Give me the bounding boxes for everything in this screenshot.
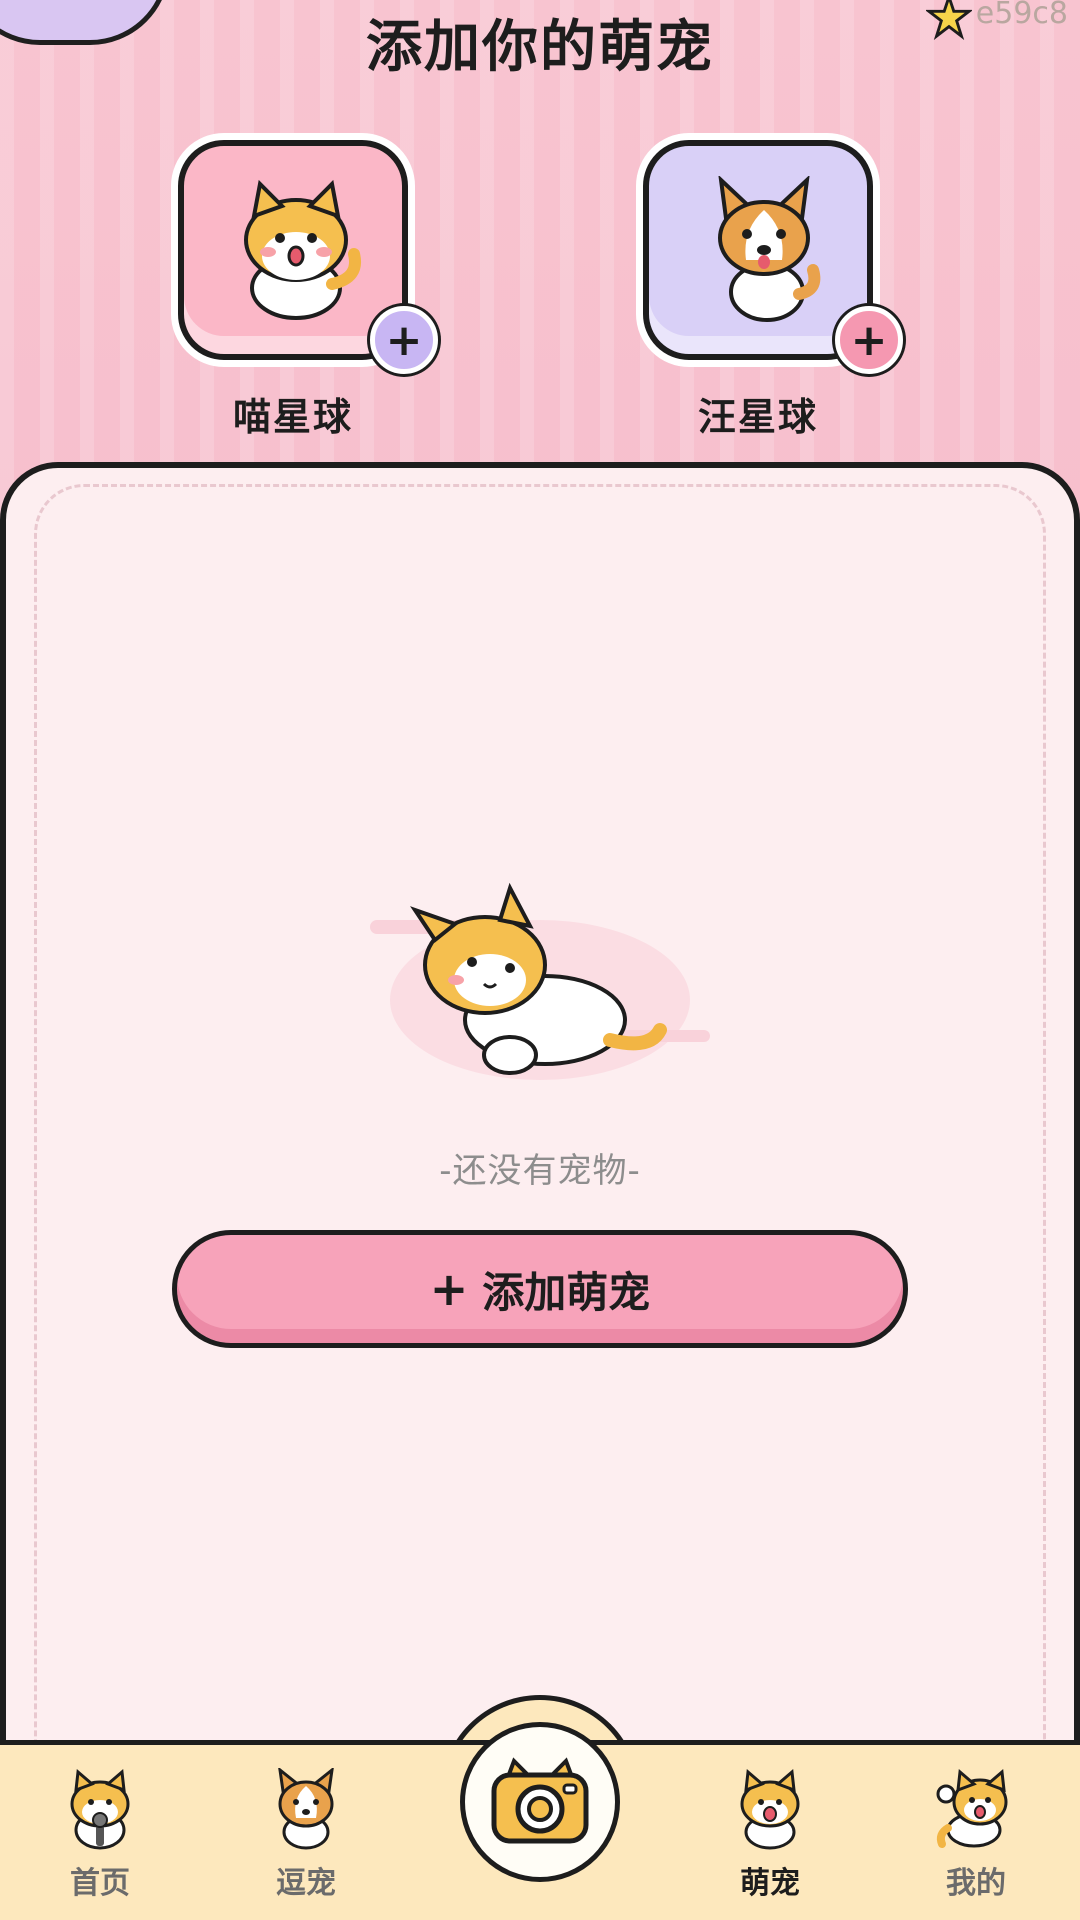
add-dog-button[interactable]: +	[835, 306, 903, 374]
planet-cat-frame[interactable]: +	[178, 140, 438, 374]
tab-mine[interactable]: 我的	[906, 1768, 1046, 1902]
tab-tease[interactable]: 逗宠	[236, 1768, 376, 1902]
cat-icon	[244, 179, 361, 320]
add-pet-button-label: 添加萌宠	[482, 1267, 651, 1317]
planet-cat-card[interactable]: + 喵星球	[178, 140, 438, 441]
camera-button[interactable]	[460, 1722, 620, 1882]
tab-home-label: 首页	[70, 1866, 130, 1901]
add-cat-button[interactable]: +	[370, 306, 438, 374]
planet-dog-frame[interactable]: +	[643, 140, 903, 374]
corgi-icon	[278, 1768, 334, 1850]
tab-mine-label: 我的	[946, 1866, 1006, 1901]
tab-pets[interactable]: 萌宠	[700, 1768, 840, 1902]
empty-state-text: -还没有宠物-	[439, 1151, 641, 1191]
planet-dog-card[interactable]: + 汪星球	[643, 140, 903, 441]
corner-badge-text: e59c8	[975, 0, 1068, 31]
cat-microphone-icon	[70, 1769, 130, 1850]
camera-icon	[491, 1757, 589, 1844]
corgi-icon	[718, 176, 821, 322]
page-title: 添加你的萌宠	[366, 15, 714, 80]
add-pet-button[interactable]: + 添加萌宠	[172, 1230, 908, 1348]
pet-list-dashed-border	[34, 484, 1046, 1744]
lying-cat-icon	[370, 882, 710, 1080]
tab-pets-label: 萌宠	[740, 1866, 800, 1901]
tab-tease-label: 逗宠	[276, 1866, 336, 1901]
tab-home[interactable]: 首页	[30, 1768, 170, 1902]
planet-dog-label: 汪星球	[697, 395, 818, 439]
cat-happy-icon	[740, 1769, 800, 1850]
planet-cat-label: 喵星球	[232, 395, 353, 439]
plus-icon: +	[429, 1262, 469, 1316]
cat-wave-icon	[936, 1769, 1008, 1848]
star-icon	[926, 0, 972, 40]
